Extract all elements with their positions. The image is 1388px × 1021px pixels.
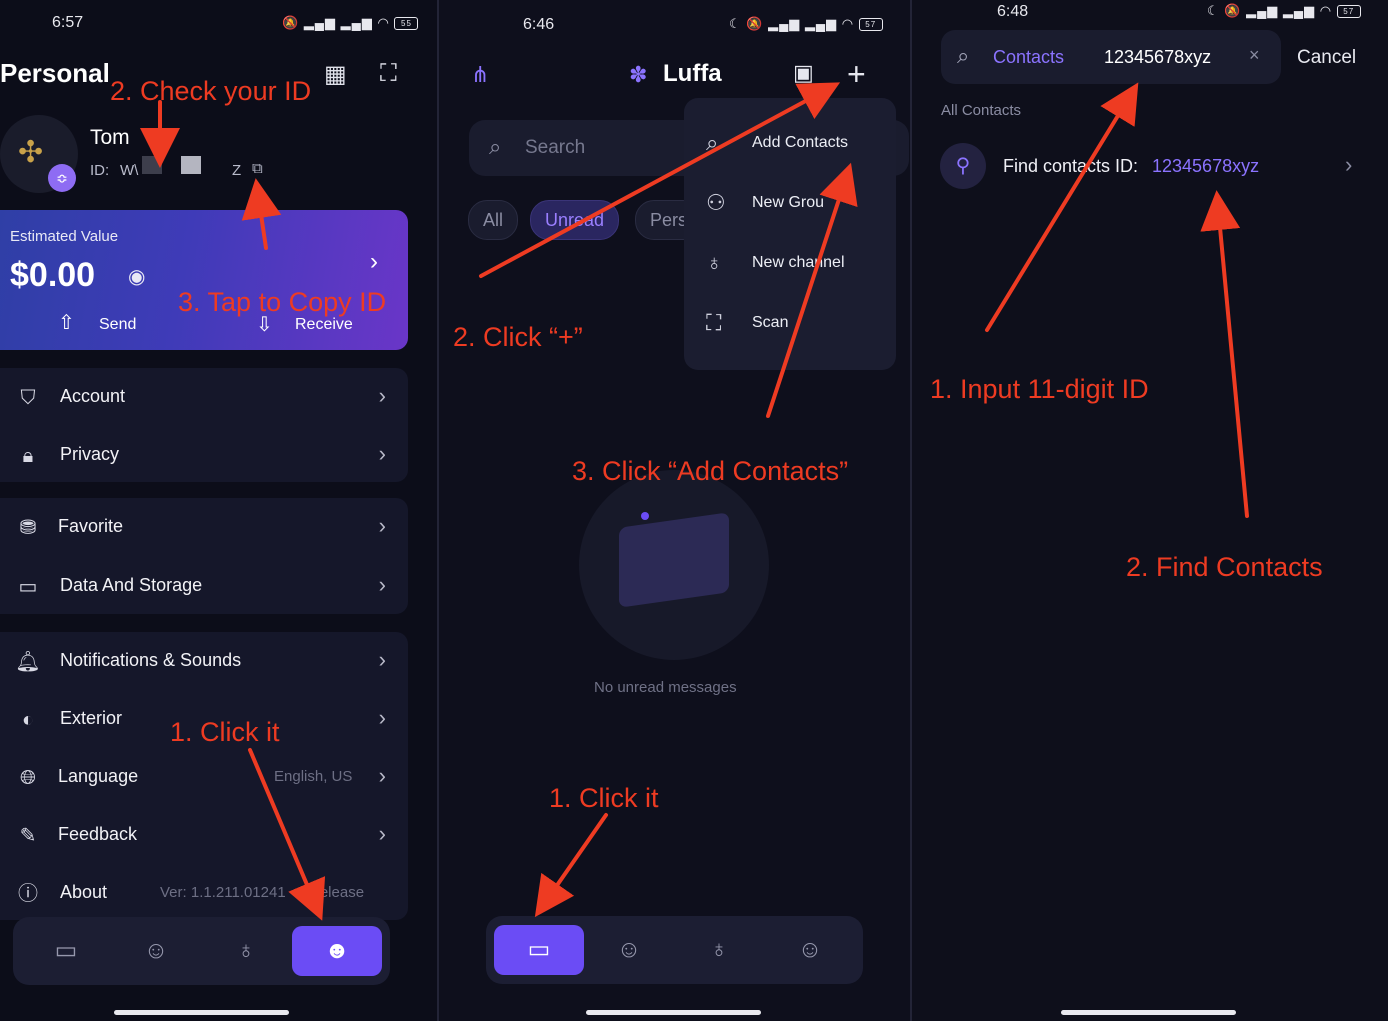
- arrow-click-plus: [479, 82, 841, 278]
- arrow-find-contacts: [1200, 190, 1249, 518]
- arrow-copy-id: [241, 178, 282, 250]
- arrow-click-profile: [248, 748, 326, 921]
- annotation-arrows: [140, 82, 1249, 921]
- arrow-click-chats: [534, 813, 608, 918]
- arrow-input-id: [985, 82, 1139, 332]
- arrow-add-contacts: [766, 162, 858, 418]
